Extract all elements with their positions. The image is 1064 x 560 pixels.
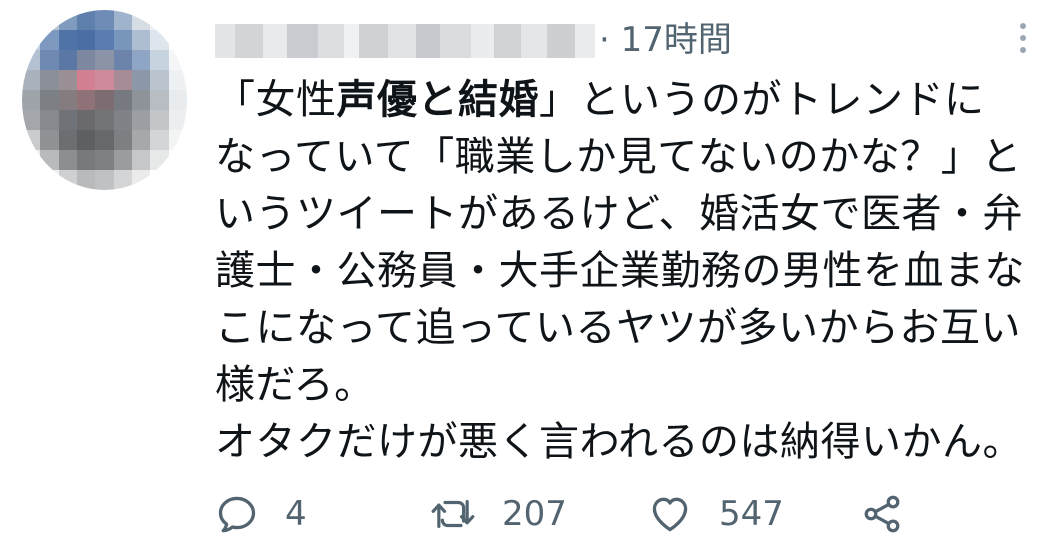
like-button[interactable]: 547 <box>647 486 784 542</box>
tweet-timestamp[interactable]: · 17時間 <box>599 18 732 62</box>
tweet-header: · 17時間 <box>215 14 1035 66</box>
tweet-text-line: 護士・公務員・大手企業勤務の男性を血まな <box>215 248 1025 294</box>
tweet-text-line: なっていて「職業しか見てないのかな？」と <box>215 134 1022 180</box>
tweet-text-line: 「女性声優と結婚」というのがトレンドに <box>215 77 985 123</box>
avatar[interactable] <box>22 10 187 190</box>
heart-icon <box>652 497 688 532</box>
tweet-text-line: 様だろ。 <box>215 362 375 408</box>
retweet-count: 207 <box>502 494 567 534</box>
share-icon <box>864 495 900 533</box>
tweet-text: 「女性声優と結婚」というのがトレンドに なっていて「職業しか見てないのかな？」と… <box>215 72 1045 471</box>
reply-button[interactable]: 4 <box>215 486 307 542</box>
tweet-text-line: こになって追っているヤツが多いからお互い <box>215 305 1021 351</box>
tweet-text-line: オタクだけが悪く言われるのは納得いかん。 <box>215 419 1023 465</box>
share-button[interactable] <box>860 486 904 542</box>
reply-count: 4 <box>285 494 307 534</box>
action-bar: 4 207 547 <box>215 486 1045 542</box>
tweet[interactable]: · 17時間 「女性声優と結婚」というのがトレンドに なっていて「職業しか見てな… <box>0 0 1064 560</box>
tweet-text-line: いうツイートがあるけど、婚活女で医者・弁 <box>215 191 1023 237</box>
author-name-redacted[interactable] <box>215 24 596 58</box>
retweet-button[interactable]: 207 <box>430 486 567 542</box>
reply-icon <box>218 496 256 533</box>
more-vertical-icon[interactable] <box>1011 16 1035 60</box>
like-count: 547 <box>719 494 784 534</box>
retweet-icon <box>431 500 475 528</box>
